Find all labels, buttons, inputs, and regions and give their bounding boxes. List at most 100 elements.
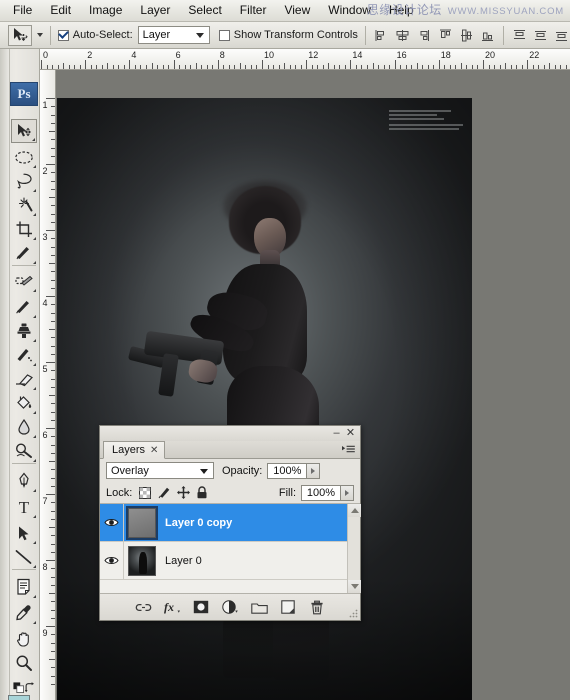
menu-image[interactable]: Image bbox=[80, 1, 131, 20]
fill-stepper[interactable] bbox=[341, 485, 354, 501]
ruler-tick-minor bbox=[51, 387, 55, 388]
lock-position-icon[interactable] bbox=[176, 486, 190, 500]
tool-brush[interactable] bbox=[11, 295, 37, 319]
layer-name[interactable]: Layer 0 copy bbox=[165, 517, 232, 529]
tool-pen[interactable] bbox=[11, 469, 37, 493]
panel-resize-grip[interactable] bbox=[349, 609, 358, 618]
align-bottom-edges-button[interactable] bbox=[479, 27, 496, 44]
tool-move[interactable] bbox=[11, 119, 37, 143]
link-layers-button[interactable] bbox=[135, 599, 152, 616]
new-layer-button[interactable] bbox=[280, 599, 297, 616]
ruler-tick-minor bbox=[51, 601, 55, 602]
foreground-color-swatch[interactable] bbox=[8, 695, 30, 700]
tool-type[interactable]: T bbox=[11, 495, 37, 519]
layer-list[interactable]: Layer 0 copy Layer 0 bbox=[100, 504, 360, 594]
tool-eyedropper[interactable] bbox=[11, 601, 37, 625]
tool-dodge[interactable] bbox=[11, 439, 37, 463]
tool-blur[interactable] bbox=[11, 415, 37, 439]
tool-lasso[interactable] bbox=[11, 169, 37, 193]
add-layer-style-button[interactable]: fx bbox=[164, 599, 181, 616]
new-group-button[interactable] bbox=[251, 599, 268, 616]
menu-file[interactable]: File bbox=[4, 1, 41, 20]
tool-paint-bucket[interactable] bbox=[11, 391, 37, 415]
blend-mode-dropdown[interactable]: Overlay bbox=[106, 462, 214, 479]
scroll-up-button[interactable] bbox=[348, 504, 361, 517]
align-vertical-centers-button[interactable] bbox=[458, 27, 475, 44]
panel-menu-icon[interactable] bbox=[342, 444, 355, 456]
show-transform-controls-checkbox[interactable] bbox=[219, 30, 230, 41]
align-top-edges-button[interactable] bbox=[437, 27, 454, 44]
ruler-tick-major bbox=[46, 626, 55, 627]
new-layer-icon bbox=[281, 600, 295, 614]
tool-eraser[interactable] bbox=[11, 367, 37, 391]
default-colors-icon[interactable] bbox=[13, 681, 24, 694]
ruler-label: 6 bbox=[41, 430, 48, 438]
opacity-input[interactable]: 100% bbox=[267, 463, 307, 479]
layers-panel[interactable]: – ✕ Layers ✕ Overlay Opacity: 1 bbox=[99, 425, 361, 621]
auto-select-dropdown[interactable]: Layer bbox=[138, 26, 210, 44]
opacity-stepper[interactable] bbox=[307, 463, 320, 479]
menu-layer[interactable]: Layer bbox=[131, 1, 179, 20]
table-row[interactable]: Layer 0 bbox=[100, 542, 360, 580]
tab-close-icon[interactable]: ✕ bbox=[150, 445, 158, 456]
current-tool-well[interactable] bbox=[8, 25, 32, 46]
layer-thumbnail[interactable] bbox=[128, 508, 156, 538]
close-icon[interactable]: ✕ bbox=[345, 428, 356, 439]
tool-path-selection[interactable] bbox=[11, 521, 37, 545]
layer-visibility-toggle[interactable] bbox=[100, 542, 124, 579]
tool-magic-wand[interactable] bbox=[11, 193, 37, 217]
align-left-edges-button[interactable] bbox=[373, 27, 390, 44]
fill-input[interactable]: 100% bbox=[301, 485, 341, 501]
ruler-tick-minor bbox=[190, 65, 191, 69]
ruler-tick-minor bbox=[389, 65, 390, 69]
tool-clone-stamp[interactable] bbox=[11, 319, 37, 343]
tool-hand[interactable] bbox=[11, 627, 37, 651]
horizontal-ruler[interactable]: 0246810121416182022 bbox=[40, 49, 570, 70]
ruler-tick-minor bbox=[400, 65, 401, 69]
menu-view[interactable]: View bbox=[275, 1, 319, 20]
lock-image-pixels-icon[interactable] bbox=[157, 486, 171, 500]
auto-select-checkbox[interactable] bbox=[58, 30, 69, 41]
tab-layers[interactable]: Layers ✕ bbox=[103, 441, 165, 459]
tool-crop[interactable] bbox=[11, 217, 37, 241]
tool-history-brush[interactable] bbox=[11, 343, 37, 367]
vertical-ruler[interactable]: 123456789 bbox=[40, 70, 56, 700]
layer-thumbnail[interactable] bbox=[128, 546, 156, 576]
tool-line[interactable] bbox=[11, 545, 37, 569]
align-right-edges-button[interactable] bbox=[415, 27, 432, 44]
minimize-button[interactable]: – bbox=[331, 428, 342, 439]
layer-visibility-toggle[interactable] bbox=[100, 504, 124, 541]
lock-transparent-pixels-icon[interactable] bbox=[138, 486, 152, 500]
tool-healing-brush[interactable] bbox=[11, 241, 37, 265]
align-horizontal-centers-button[interactable] bbox=[394, 27, 411, 44]
tool-patch[interactable] bbox=[11, 269, 37, 293]
scroll-down-button[interactable] bbox=[348, 580, 361, 593]
lock-all-icon[interactable] bbox=[195, 486, 209, 500]
delete-layer-button[interactable] bbox=[309, 599, 326, 616]
tool-preset-caret[interactable] bbox=[37, 33, 43, 37]
layer-list-scrollbar[interactable] bbox=[347, 504, 360, 593]
distribute-bottom-edges-button[interactable] bbox=[553, 27, 570, 44]
swap-colors-icon[interactable] bbox=[24, 681, 35, 694]
layers-panel-titlebar[interactable]: – ✕ bbox=[100, 426, 360, 441]
lasso-icon bbox=[15, 172, 33, 190]
ruler-label: 9 bbox=[41, 628, 48, 636]
color-shortcut-row bbox=[11, 677, 37, 697]
lock-row: Lock: bbox=[100, 482, 360, 504]
layer-name[interactable]: Layer 0 bbox=[165, 555, 202, 567]
menu-select[interactable]: Select bbox=[179, 1, 230, 20]
distribute-vertical-centers-button[interactable] bbox=[532, 27, 549, 44]
toolbox-drag-handle[interactable] bbox=[0, 49, 10, 700]
table-row[interactable]: Layer 0 copy bbox=[100, 504, 360, 542]
new-adjustment-layer-button[interactable] bbox=[222, 599, 239, 616]
menu-edit[interactable]: Edit bbox=[41, 1, 80, 20]
add-layer-mask-button[interactable] bbox=[193, 599, 210, 616]
tab-layers-label: Layers bbox=[112, 444, 145, 456]
menu-filter[interactable]: Filter bbox=[231, 1, 276, 20]
distribute-top-edges-button[interactable] bbox=[511, 27, 528, 44]
ruler-tick-minor bbox=[51, 486, 55, 487]
tool-notes[interactable] bbox=[11, 575, 37, 599]
tool-zoom[interactable] bbox=[11, 651, 37, 675]
tool-elliptical-marquee[interactable] bbox=[11, 145, 37, 169]
watermark-cn: 思缘设计论坛 bbox=[367, 1, 442, 18]
